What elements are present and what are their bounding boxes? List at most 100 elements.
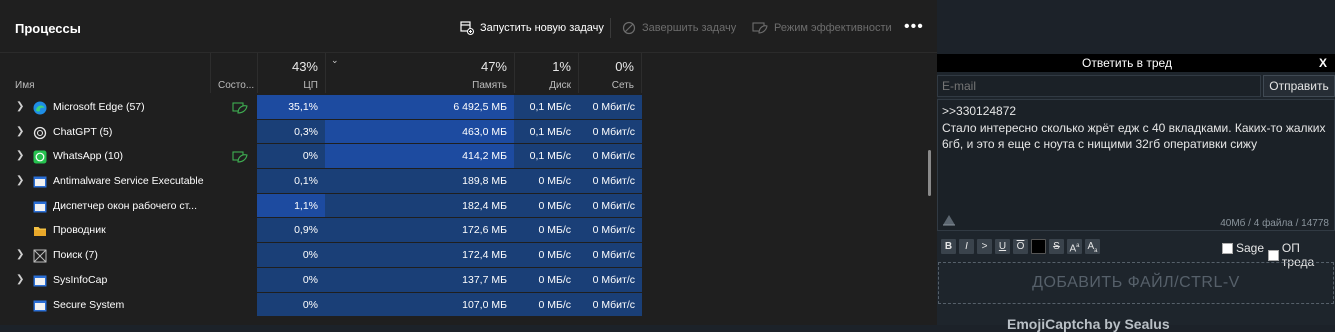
- column-network-label: Сеть: [611, 80, 634, 91]
- process-row[interactable]: ❯ SysInfoCap 0% 137,7 МБ 0 МБ/с 0 Мбит/с: [0, 267, 937, 293]
- chevron-right-icon[interactable]: ❯: [16, 120, 24, 145]
- process-row[interactable]: ❯ Antimalware Service Executable 0,1% 189,8…: [0, 169, 937, 194]
- column-memory-label: Память: [472, 80, 507, 91]
- process-name: Поиск (7): [53, 249, 98, 262]
- process-row[interactable]: ❯ WhatsApp (10) 0% 414,2 МБ 0,1 МБ/с 0 Мбит/с: [0, 144, 937, 170]
- reply-form-header[interactable]: Ответить в тред X: [937, 54, 1335, 72]
- chevron-right-icon[interactable]: ❯: [16, 144, 24, 169]
- run-new-task-button[interactable]: Запустить новую задачу: [460, 19, 604, 37]
- toolbar-divider: [610, 18, 611, 38]
- end-task-label: Завершить задачу: [642, 22, 737, 34]
- email-field[interactable]: [937, 75, 1261, 97]
- process-status-cell: [210, 243, 257, 268]
- process-status-cell: [210, 293, 257, 318]
- process-name-cell[interactable]: ❯ ChatGPT (5): [0, 120, 210, 145]
- message-line: Стало интересно сколько жрёт едж с 40 вк…: [942, 120, 1326, 135]
- process-memory: 182,4 МБ: [325, 193, 514, 219]
- column-network[interactable]: 0% Сеть: [578, 53, 642, 93]
- process-name-cell[interactable]: ❯ Поиск (7): [0, 243, 210, 268]
- process-name-cell[interactable]: Secure System: [0, 293, 210, 318]
- process-name-cell[interactable]: ❯ SysInfoCap: [0, 268, 210, 293]
- efficiency-mode-button[interactable]: Режим эффективности: [752, 19, 892, 37]
- process-cpu: 0%: [257, 267, 325, 293]
- add-file-dropzone[interactable]: ДОБАВИТЬ ФАЙЛ/CTRL-V: [938, 262, 1334, 304]
- column-memory[interactable]: 47% Память: [325, 53, 514, 93]
- end-task-button[interactable]: Завершить задачу: [622, 19, 736, 37]
- process-status-cell: [210, 194, 257, 219]
- process-row[interactable]: ❯ Microsoft Edge (57) 35,1% 6 492,5 МБ 0,1 М…: [0, 95, 937, 120]
- process-disk: 0,1 МБ/с: [514, 144, 578, 170]
- process-name: Microsoft Edge (57): [53, 101, 145, 113]
- column-name[interactable]: Имя: [0, 53, 210, 93]
- subscript-button[interactable]: Aa: [1085, 239, 1100, 254]
- cpu-total: 43%: [291, 59, 318, 74]
- bold-button[interactable]: B: [941, 239, 956, 254]
- italic-button[interactable]: I: [959, 239, 974, 254]
- process-memory: 463,0 МБ: [325, 119, 514, 145]
- process-status-cell: [210, 144, 257, 170]
- sage-checkbox[interactable]: Sage: [1222, 241, 1264, 255]
- process-cpu: 0,1%: [257, 169, 325, 194]
- process-memory: 172,6 МБ: [325, 218, 514, 244]
- process-list: ❯ Microsoft Edge (57) 35,1% 6 492,5 МБ 0,1 М…: [0, 95, 937, 318]
- sage-label: Sage: [1236, 241, 1265, 255]
- process-row[interactable]: Проводник 0,9% 172,6 МБ 0 МБ/с 0 Мбит/с: [0, 218, 937, 244]
- process-name-cell[interactable]: ❯ Microsoft Edge (57): [0, 95, 210, 120]
- run-new-task-label: Запустить новую задачу: [480, 22, 604, 34]
- window-icon: [33, 199, 47, 213]
- process-status-cell: [210, 169, 257, 194]
- chevron-right-icon[interactable]: ❯: [16, 268, 24, 293]
- send-button[interactable]: Отправить: [1263, 75, 1335, 97]
- column-headers: Имя Состо... 43% ЦП 47% Память 1% Диск 0…: [0, 53, 937, 93]
- edge-icon: [33, 100, 47, 115]
- process-name-cell[interactable]: ❯ WhatsApp (10): [0, 144, 210, 170]
- process-memory: 414,2 МБ: [325, 144, 514, 170]
- efficiency-mode-label: Режим эффективности: [774, 22, 892, 34]
- process-row[interactable]: ❯ Поиск (7) 0% 172,4 МБ 0 МБ/с 0 Мбит/с: [0, 243, 937, 268]
- quote-button[interactable]: >: [977, 239, 992, 254]
- column-status[interactable]: Состо...: [210, 53, 257, 93]
- search-icon: [33, 248, 47, 263]
- process-status-cell: [210, 95, 257, 120]
- process-memory: 107,0 МБ: [325, 292, 514, 318]
- format-toolbar: B I > U O S Aa Aa: [941, 239, 1103, 255]
- process-row[interactable]: Secure System 0% 107,0 МБ 0 МБ/с 0 Мбит/с: [0, 292, 937, 318]
- chevron-right-icon[interactable]: ❯: [16, 169, 24, 194]
- process-network: 0 Мбит/с: [578, 144, 642, 170]
- more-options-button[interactable]: •••: [904, 19, 924, 35]
- process-name-cell[interactable]: Диспетчер окон рабочего ст...: [0, 194, 210, 219]
- column-status-label: Состо...: [218, 80, 255, 91]
- scrollbar[interactable]: [928, 150, 931, 196]
- column-name-label: Имя: [15, 80, 35, 91]
- process-disk: 0 МБ/с: [514, 218, 578, 244]
- message-textarea[interactable]: >>330124872 Стало интересно сколько жрёт…: [937, 99, 1335, 231]
- chevron-right-icon[interactable]: ❯: [16, 243, 24, 268]
- sage-checkbox-box[interactable]: [1222, 242, 1233, 254]
- superscript-button[interactable]: Aa: [1067, 239, 1082, 254]
- op-checkbox-box[interactable]: [1268, 249, 1279, 261]
- window-icon: [33, 298, 47, 312]
- upload-limits-counter: 40Мб / 4 файла / 14778: [1220, 218, 1329, 229]
- process-row[interactable]: ❯ ChatGPT (5) 0,3% 463,0 МБ 0,1 МБ/с 0 Мбит/с: [0, 119, 937, 145]
- process-status-cell: [210, 218, 257, 244]
- process-row[interactable]: Диспетчер окон рабочего ст... 1,1% 182,4 М…: [0, 193, 937, 219]
- overline-button[interactable]: O: [1013, 239, 1028, 254]
- chevron-right-icon[interactable]: ❯: [16, 95, 24, 120]
- efficiency-leaf-icon: [752, 22, 768, 34]
- column-cpu[interactable]: 43% ЦП: [257, 53, 325, 93]
- triangle-icon[interactable]: [942, 214, 956, 226]
- process-name: Secure System: [53, 298, 125, 311]
- spoiler-button[interactable]: [1031, 239, 1046, 254]
- process-name-cell[interactable]: ❯ Antimalware Service Executable: [0, 169, 210, 194]
- process-name-cell[interactable]: Проводник: [0, 218, 210, 244]
- process-name: ChatGPT (5): [53, 125, 113, 138]
- strikethrough-button[interactable]: S: [1049, 239, 1064, 254]
- captcha-title: EmojiCaptcha by Sealus: [1007, 316, 1170, 332]
- process-status-cell: [210, 120, 257, 145]
- process-network: 0 Мбит/с: [578, 193, 642, 219]
- block-icon: [622, 21, 636, 35]
- underline-button[interactable]: U: [995, 239, 1010, 254]
- column-disk[interactable]: 1% Диск: [514, 53, 578, 93]
- process-name: SysInfoCap: [53, 273, 108, 286]
- close-button[interactable]: X: [1319, 54, 1327, 72]
